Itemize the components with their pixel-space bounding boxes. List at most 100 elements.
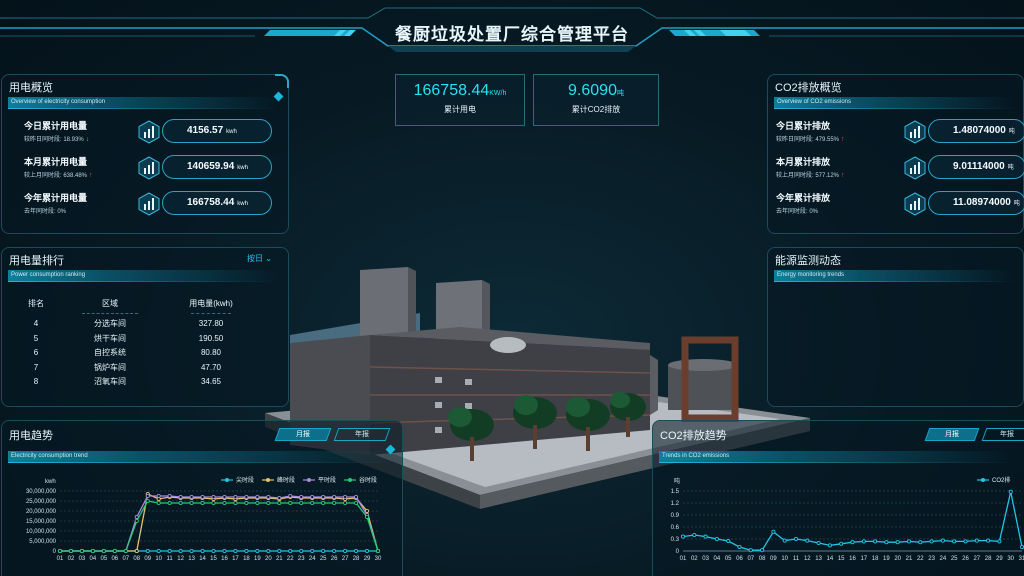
x-tick-label: 25 — [320, 556, 327, 562]
x-tick-label: 05 — [101, 556, 108, 562]
data-point — [57, 548, 63, 554]
tab-monthly-report[interactable]: 月报 — [924, 428, 980, 441]
stat-label: 今年累计用电量 — [24, 193, 88, 203]
data-point — [90, 548, 95, 554]
x-tick-label: 16 — [849, 556, 856, 562]
data-point — [703, 534, 708, 539]
data-point — [68, 548, 74, 554]
kpi-label: 累计用电 — [444, 105, 476, 114]
data-point — [288, 500, 293, 506]
x-tick-label: 11 — [167, 556, 174, 562]
data-point — [101, 548, 106, 554]
co2-overview-panel: CO2排放概览 Overview of CO2 emissions 今日累计排放… — [767, 74, 1024, 234]
legend-marker — [348, 478, 352, 482]
data-point — [343, 494, 348, 500]
data-point — [145, 498, 150, 504]
stat-value-box: 9.01114000 吨 — [928, 155, 1024, 179]
data-point — [343, 500, 348, 506]
legend-marker — [307, 478, 311, 482]
x-tick-label: 09 — [770, 556, 777, 562]
x-tick-label: 03 — [702, 556, 709, 562]
data-point — [211, 500, 216, 506]
data-point — [782, 538, 787, 543]
data-point — [760, 548, 765, 553]
data-point — [918, 540, 923, 545]
y-tick-label: 15,000,000 — [26, 519, 57, 525]
ranking-table: 排名 区域 用电量(kwh) 4 分选车间 327.80 5 烘干车间 190.50 6… — [18, 296, 256, 389]
panel-subtitle: Electricity consumption trend — [8, 451, 393, 462]
table-row: 4 分选车间 327.80 — [33, 319, 224, 329]
x-tick-label: 07 — [747, 556, 754, 562]
data-point — [771, 529, 776, 534]
stat-compare: 较上月同时段: 577.12% ↑ — [776, 172, 845, 179]
y-tick-label: 10,000,000 — [26, 529, 57, 535]
y-tick-label: 0.3 — [671, 537, 680, 543]
x-tick-label: 18 — [243, 556, 250, 562]
data-point — [310, 500, 315, 506]
data-point — [940, 538, 945, 543]
ranking-filter-dropdown[interactable]: 按日 ⌄ — [247, 253, 272, 264]
data-point — [145, 493, 150, 499]
x-tick-label: 12 — [804, 556, 811, 562]
data-point — [793, 536, 799, 542]
data-point — [189, 500, 194, 506]
data-point — [343, 548, 348, 554]
x-tick-label: 04 — [90, 556, 97, 562]
stat-row-today: 今日累计用电量 较昨日同时段: 18.93% ↓ 4156.57 kwh — [24, 119, 284, 147]
data-point — [986, 538, 991, 543]
y-tick-label: 0.9 — [671, 513, 680, 519]
y-tick-label: 25,000,000 — [26, 499, 57, 505]
data-point — [963, 539, 968, 544]
panel-title: 能源监测动态 — [775, 255, 841, 267]
kpi-value: 9.6090吨 — [568, 82, 624, 99]
y-axis-unit: 吨 — [674, 477, 680, 485]
data-point — [299, 548, 304, 554]
data-point — [145, 548, 150, 554]
data-point — [134, 518, 139, 524]
x-tick-label: 28 — [353, 556, 360, 562]
data-point — [714, 536, 719, 542]
data-point — [726, 538, 731, 544]
data-point — [222, 500, 227, 506]
legend-label: 谷时段 — [359, 476, 377, 484]
data-point — [244, 548, 249, 554]
data-point — [266, 548, 271, 554]
tab-monthly-report[interactable]: 月报 — [274, 428, 332, 441]
y-tick-label: 20,000,000 — [26, 509, 57, 515]
x-tick-label: 12 — [177, 556, 184, 562]
x-tick-label: 15 — [210, 556, 217, 562]
x-tick-label: 08 — [759, 556, 766, 562]
data-point — [266, 494, 271, 500]
y-tick-label: 0.6 — [671, 525, 680, 531]
stat-row-year: 今年累计排放 去年同时段: 0% 11.08974000 吨 — [776, 191, 1024, 219]
x-tick-label: 20 — [894, 556, 901, 562]
kpi-label: 累计CO2排放 — [571, 105, 621, 114]
legend-label: 尖时段 — [236, 476, 254, 484]
stat-compare: 去年同时段: 0% — [776, 209, 819, 215]
x-tick-label: 19 — [883, 556, 890, 562]
x-tick-label: 24 — [940, 556, 947, 562]
data-point — [839, 541, 844, 546]
page-title: 餐厨垃圾处置厂综合管理平台 — [395, 25, 629, 44]
data-point — [244, 500, 249, 506]
chart-icon — [138, 192, 160, 216]
stat-compare: 较昨日同时段: 18.93% ↓ — [24, 136, 90, 143]
tab-yearly-report[interactable]: 年报 — [333, 428, 391, 441]
panel-subtitle: Overview of electricity consumption — [8, 97, 278, 108]
stat-compare: 去年同时段: 0% — [24, 209, 67, 215]
data-point — [79, 548, 84, 554]
stat-label: 今年累计排放 — [776, 193, 831, 203]
stat-compare: 较昨日同时段: 479.55% ↑ — [776, 136, 845, 143]
legend-marker — [981, 478, 985, 482]
stat-row-today: 今日累计排放 较昨日同时段: 479.55% ↑ 1.48074000 吨 — [776, 119, 1024, 147]
data-point — [167, 500, 172, 506]
data-point — [364, 514, 370, 520]
legend-label: CO2排 — [992, 476, 1010, 484]
chart-icon — [904, 120, 926, 144]
x-tick-label: 13 — [188, 556, 195, 562]
stat-value-box: 140659.94 kwh — [162, 155, 272, 179]
data-point — [332, 548, 337, 554]
tab-yearly-report[interactable]: 年报 — [981, 428, 1024, 441]
panel-subtitle: Overview of CO2 emissions — [774, 97, 1014, 108]
x-tick-label: 27 — [973, 556, 980, 562]
